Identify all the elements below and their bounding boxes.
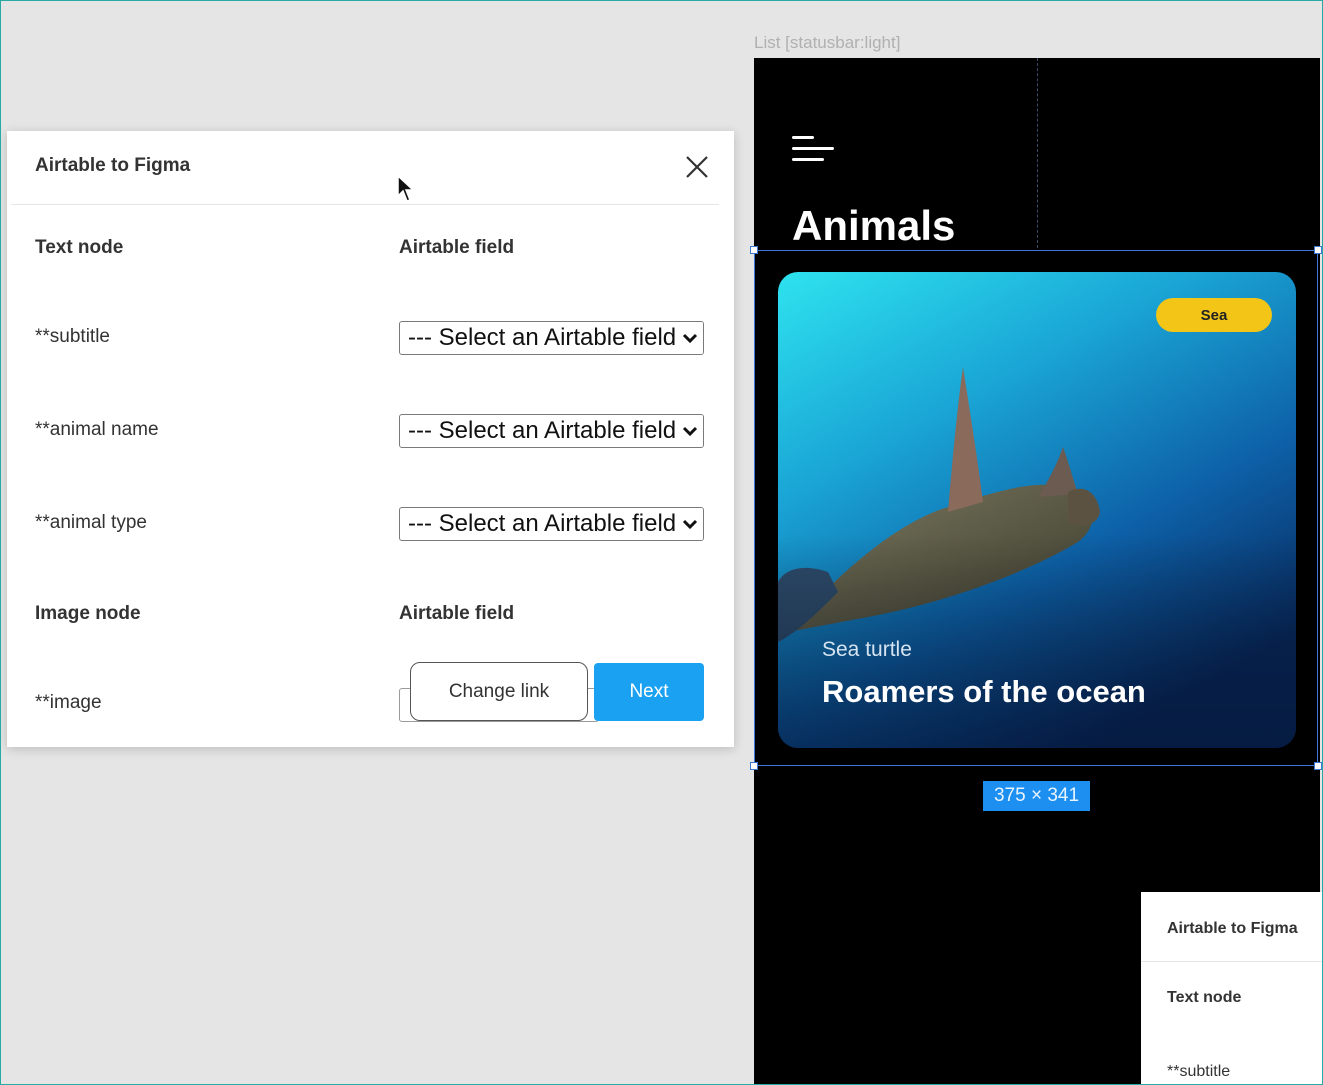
text-node-header: Text node (35, 237, 124, 258)
next-button[interactable]: Next (594, 663, 704, 721)
change-link-button[interactable]: Change link (410, 662, 588, 721)
image-label: **image (35, 692, 102, 713)
title-divider (1141, 961, 1323, 962)
image-airtable-field-header: Airtable field (399, 603, 515, 624)
animal-type-label: **animal type (35, 512, 147, 533)
animal-name-label: **animal name (35, 419, 159, 440)
cursor-arrow-icon (397, 174, 415, 202)
animal-type-field-select[interactable]: --- Select an Airtable field --- (399, 507, 704, 541)
select-value: --- Select an Airtable field --- (408, 324, 677, 351)
layout-guide (1037, 58, 1038, 248)
subtitle-field-select[interactable]: --- Select an Airtable field --- (399, 321, 704, 355)
resize-handle-bottom-right[interactable] (1314, 762, 1322, 770)
subtitle-label: **subtitle (1167, 1063, 1231, 1080)
chevron-down-icon (677, 415, 703, 447)
animal-name-field-select[interactable]: --- Select an Airtable field --- (399, 414, 704, 448)
plugin-dialog-secondary: Airtable to Figma Text node **subtitle (1141, 892, 1323, 1085)
text-node-header: Text node (1167, 989, 1242, 1006)
screen-title: Animals (792, 202, 956, 249)
subtitle-label: **subtitle (35, 326, 110, 347)
dimension-badge: 375 × 341 (983, 781, 1090, 811)
hamburger-menu-icon[interactable] (792, 136, 834, 168)
selection-box[interactable] (754, 250, 1318, 766)
resize-handle-top-left[interactable] (750, 246, 758, 254)
select-value: --- Select an Airtable field --- (408, 417, 677, 444)
close-button[interactable] (679, 151, 715, 183)
airtable-field-header: Airtable field (399, 237, 515, 258)
resize-handle-bottom-left[interactable] (750, 762, 758, 770)
dialog-title: Airtable to Figma (1167, 920, 1298, 937)
resize-handle-top-right[interactable] (1314, 246, 1322, 254)
title-divider (11, 204, 719, 205)
chevron-down-icon (677, 508, 703, 540)
dialog-title: Airtable to Figma (35, 155, 191, 176)
close-icon (686, 156, 708, 178)
image-node-header: Image node (35, 603, 141, 624)
plugin-dialog: Airtable to Figma Text node Airtable fie… (7, 131, 734, 747)
select-value: --- Select an Airtable field --- (408, 510, 677, 537)
chevron-down-icon (677, 322, 703, 354)
frame-label[interactable]: List [statusbar:light] (754, 33, 900, 53)
